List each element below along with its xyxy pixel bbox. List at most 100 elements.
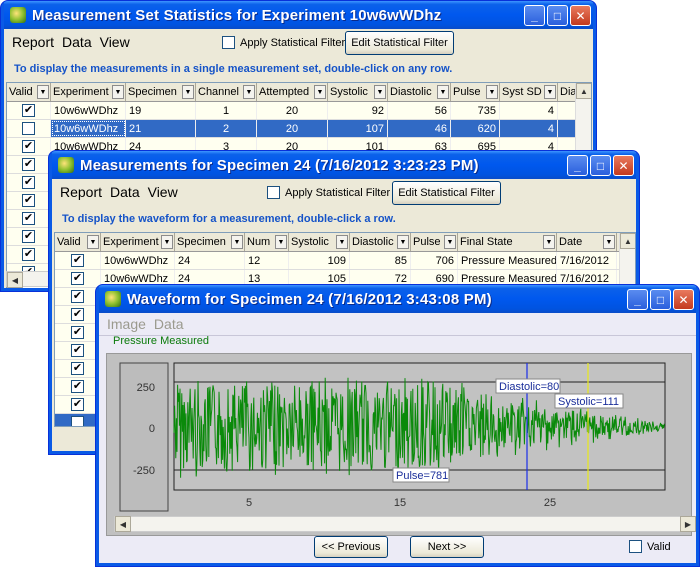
- valid-checkbox[interactable]: Valid: [629, 540, 671, 553]
- chevron-down-icon[interactable]: ▼: [37, 85, 49, 99]
- menu-report[interactable]: Report: [8, 34, 58, 50]
- horizontal-scrollbar[interactable]: ◀ ▶: [114, 516, 696, 532]
- chevron-down-icon[interactable]: ▼: [437, 85, 449, 99]
- maximize-icon[interactable]: □: [590, 155, 611, 176]
- col-channel[interactable]: Channel ▼: [196, 83, 257, 101]
- col-specimen[interactable]: Specimen ▼: [126, 83, 196, 101]
- apply-filter-checkbox[interactable]: Apply Statistical Filter: [222, 36, 345, 49]
- menu-data[interactable]: Data: [150, 316, 188, 332]
- waveform-chart[interactable]: 250 0 -250 Diastolic=80 Systolic=111 Pul…: [106, 353, 692, 536]
- title-bar[interactable]: Measurement Set Statistics for Experimen…: [4, 1, 593, 29]
- menu-data[interactable]: Data: [58, 34, 96, 50]
- chevron-down-icon[interactable]: ▼: [182, 85, 194, 99]
- cell-final-state: Pressure Measured: [458, 252, 557, 269]
- valid-checkbox[interactable]: ✔: [22, 140, 35, 153]
- checkbox-icon[interactable]: [629, 540, 642, 553]
- chevron-down-icon[interactable]: ▼: [112, 85, 124, 99]
- scroll-left-icon[interactable]: ◀: [7, 272, 23, 288]
- checkbox-icon[interactable]: [267, 186, 280, 199]
- chevron-down-icon[interactable]: ▼: [374, 85, 386, 99]
- scroll-up-icon[interactable]: ▲: [620, 233, 635, 249]
- valid-checkbox[interactable]: ✔: [71, 254, 84, 267]
- minimize-icon[interactable]: _: [627, 289, 648, 310]
- close-icon[interactable]: ✕: [613, 155, 634, 176]
- chevron-down-icon[interactable]: ▼: [397, 235, 409, 249]
- table-row[interactable]: ✔ 10w6wWDhz 19 1 20 92 56 735 4: [7, 102, 591, 120]
- edit-filter-button[interactable]: Edit Statistical Filter: [392, 181, 501, 205]
- maximize-icon[interactable]: □: [547, 5, 568, 26]
- valid-checkbox[interactable]: ✔: [71, 362, 84, 375]
- chevron-down-icon[interactable]: ▼: [243, 85, 255, 99]
- col-systolic[interactable]: Systolic ▼: [289, 233, 350, 251]
- valid-checkbox[interactable]: [71, 416, 84, 426]
- chevron-down-icon[interactable]: ▼: [603, 235, 615, 249]
- window-title: Measurements for Specimen 24 (7/16/2012 …: [80, 156, 479, 174]
- col-pulse[interactable]: Pulse ▼: [451, 83, 500, 101]
- col-final-state[interactable]: Final State ▼: [458, 233, 557, 251]
- next-button[interactable]: Next >>: [410, 536, 484, 558]
- col-syst-sd[interactable]: Syst SD ▼: [500, 83, 558, 101]
- maximize-icon[interactable]: □: [650, 289, 671, 310]
- chevron-down-icon[interactable]: ▼: [87, 235, 99, 249]
- valid-checkbox[interactable]: ✔: [22, 158, 35, 171]
- scroll-right-icon[interactable]: ▶: [680, 516, 696, 532]
- col-experiment[interactable]: Experiment ▼: [101, 233, 175, 251]
- valid-checkbox[interactable]: ✔: [71, 290, 84, 303]
- menu-image[interactable]: Image: [103, 316, 150, 332]
- previous-button[interactable]: << Previous: [314, 536, 388, 558]
- scroll-left-icon[interactable]: ◀: [115, 516, 131, 532]
- table-row[interactable]: ✔ 10w6wWDhz 24 12 109 85 706 Pressure Me…: [55, 252, 635, 270]
- col-pulse[interactable]: Pulse ▼: [411, 233, 458, 251]
- close-icon[interactable]: ✕: [570, 5, 591, 26]
- table-row-selected[interactable]: ✔ 10w6wWDhz 21 2 20 107 46 620 4: [7, 120, 591, 138]
- menu-view[interactable]: View: [96, 34, 134, 50]
- minimize-icon[interactable]: _: [567, 155, 588, 176]
- chevron-down-icon[interactable]: ▼: [275, 235, 287, 249]
- col-valid[interactable]: Valid ▼: [7, 83, 51, 101]
- valid-checkbox[interactable]: ✔: [71, 272, 84, 285]
- valid-checkbox[interactable]: ✔: [22, 248, 35, 261]
- chevron-down-icon[interactable]: ▼: [444, 235, 456, 249]
- valid-checkbox[interactable]: ✔: [71, 380, 84, 393]
- menu-report[interactable]: Report: [56, 184, 106, 200]
- valid-checkbox[interactable]: ✔: [71, 326, 84, 339]
- title-bar[interactable]: Waveform for Specimen 24 (7/16/2012 3:43…: [99, 285, 696, 313]
- valid-checkbox[interactable]: ✔: [71, 308, 84, 321]
- apply-filter-checkbox[interactable]: Apply Statistical Filter: [267, 186, 390, 199]
- valid-checkbox[interactable]: ✔: [22, 212, 35, 225]
- minimize-icon[interactable]: _: [524, 5, 545, 26]
- valid-checkbox[interactable]: ✔: [71, 344, 84, 357]
- valid-checkbox[interactable]: ✔: [22, 230, 35, 243]
- menu-data[interactable]: Data: [106, 184, 144, 200]
- valid-checkbox[interactable]: ✔: [22, 176, 35, 189]
- close-icon[interactable]: ✕: [673, 289, 694, 310]
- menu-view[interactable]: View: [144, 184, 182, 200]
- checkbox-icon[interactable]: [222, 36, 235, 49]
- menu-bar: Image Data: [99, 313, 696, 335]
- chevron-down-icon[interactable]: ▼: [161, 235, 173, 249]
- col-experiment[interactable]: Experiment ▼: [51, 83, 126, 101]
- scroll-up-icon[interactable]: ▲: [576, 83, 591, 99]
- valid-checkbox[interactable]: ✔: [22, 122, 35, 135]
- col-systolic[interactable]: Systolic ▼: [328, 83, 388, 101]
- chevron-down-icon[interactable]: ▼: [544, 85, 556, 99]
- valid-checkbox[interactable]: ✔: [22, 104, 35, 117]
- valid-checkbox[interactable]: ✔: [22, 194, 35, 207]
- cell-syst-sd: 4: [500, 120, 558, 137]
- col-diastolic[interactable]: Diastolic ▼: [350, 233, 411, 251]
- col-dia[interactable]: Dia: [558, 83, 576, 101]
- edit-filter-button[interactable]: Edit Statistical Filter: [345, 31, 454, 55]
- chevron-down-icon[interactable]: ▼: [543, 235, 555, 249]
- col-num[interactable]: Num ▼: [245, 233, 289, 251]
- chevron-down-icon[interactable]: ▼: [486, 85, 498, 99]
- col-valid[interactable]: Valid ▼: [55, 233, 101, 251]
- col-date[interactable]: Date ▼: [557, 233, 617, 251]
- valid-checkbox[interactable]: ✔: [71, 398, 84, 411]
- col-attempted[interactable]: Attempted ▼: [257, 83, 328, 101]
- title-bar[interactable]: Measurements for Specimen 24 (7/16/2012 …: [52, 151, 636, 179]
- chevron-down-icon[interactable]: ▼: [336, 235, 348, 249]
- col-specimen[interactable]: Specimen ▼: [175, 233, 245, 251]
- col-diastolic[interactable]: Diastolic ▼: [388, 83, 451, 101]
- chevron-down-icon[interactable]: ▼: [314, 85, 326, 99]
- chevron-down-icon[interactable]: ▼: [231, 235, 243, 249]
